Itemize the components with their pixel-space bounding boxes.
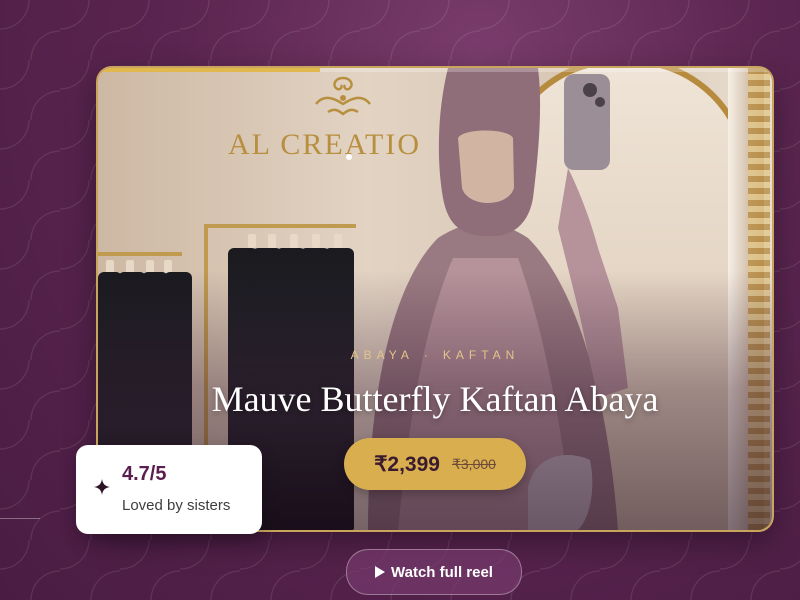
watch-full-reel-button[interactable]: Watch full reel — [346, 549, 522, 595]
category-separator: · — [423, 348, 433, 362]
category-kaftan: KAFTAN — [442, 348, 520, 362]
sparkle-icon — [94, 479, 110, 495]
reel-progress-track — [98, 68, 772, 72]
rating-value: 4.7/5 — [122, 463, 167, 485]
product-category: ABAYA · KAFTAN — [98, 348, 772, 362]
category-abaya: ABAYA — [350, 348, 414, 362]
product-title: Mauve Butterfly Kaftan Abaya — [211, 379, 659, 419]
rating-label: Loved by sisters — [122, 497, 231, 514]
play-icon — [375, 566, 386, 578]
price-pill[interactable]: ₹2,399 ₹3,000 — [344, 438, 526, 490]
original-price: ₹3,000 — [451, 455, 496, 472]
reel-progress-fill — [98, 68, 321, 72]
decorative-divider — [0, 518, 40, 519]
watch-reel-label: Watch full reel — [391, 563, 493, 581]
sale-price: ₹2,399 — [374, 452, 440, 476]
rating-card: 4.7/5 Loved by sisters — [76, 445, 262, 534]
